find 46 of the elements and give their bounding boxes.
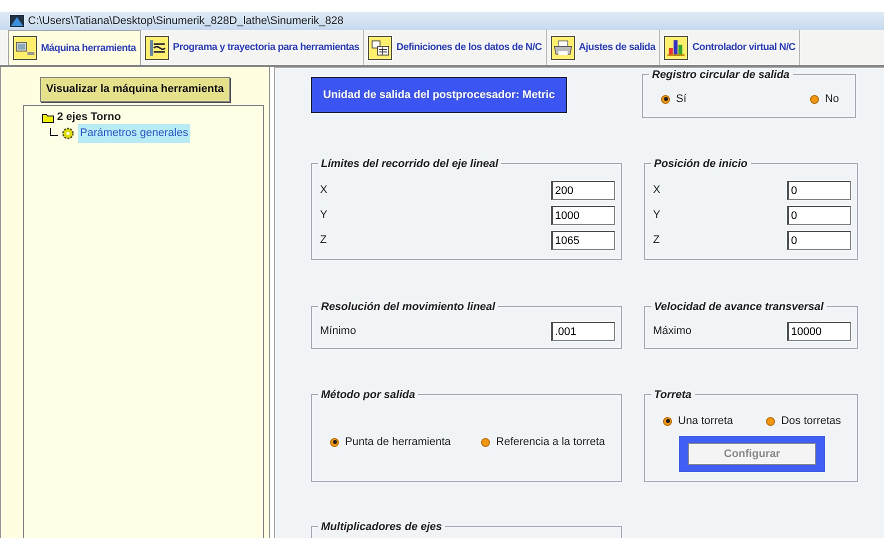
radio-button[interactable] [810,94,819,104]
radio-label: Sí [676,92,686,107]
gear-icon [61,127,75,140]
input-field[interactable]: 10000 [787,322,851,341]
radio-button[interactable] [663,416,672,426]
radio-label: Referencia a la torreta [496,434,605,450]
wave-icon [144,36,169,60]
input-field[interactable]: 1065 [551,231,615,250]
app-icon [10,15,24,27]
table-icon [368,36,392,60]
field-label: X [653,183,660,198]
radio-label: Una torreta [678,414,734,429]
field-label: Z [320,233,327,248]
input-field[interactable]: 0 [787,181,851,200]
input-field[interactable]: 200 [551,181,615,200]
field-label: Y [653,208,660,224]
field-label: Y [320,208,328,224]
visualize-button[interactable]: Visualizar la máquina herramienta [40,77,230,102]
tab[interactable]: Máquina herramienta [8,30,141,65]
input-field[interactable]: .001 [551,322,615,341]
field-label: X [320,183,328,198]
output-unit-banner: Unidad de salida del postprocesador: Metric [311,77,567,113]
radio-label: Dos torretas [781,414,841,429]
input-field[interactable]: 1000 [551,206,615,225]
computer-icon [13,36,37,60]
group-title: Registro circular de salida [649,68,793,84]
input-field[interactable]: 0 [787,206,851,225]
field-label: Máximo [653,324,692,340]
folder-icon [42,112,54,122]
radio-button[interactable] [661,94,670,104]
radio-button[interactable] [481,438,490,446]
input-field[interactable]: 0 [787,231,851,250]
group-title: Multiplicadores de ejes [318,519,446,536]
radio-button[interactable] [330,438,339,446]
field-label: Mínimo [320,324,356,340]
radio-label: Punta de herramienta [345,434,451,450]
group-title: Límites del recorrido del eje lineal [318,156,502,172]
window-title: C:\Users\Tatiana\Desktop\Sinumerik_828D_lathe\Sinumerik_828 [28,14,344,29]
radio-label: No [824,92,839,107]
tree-item[interactable]: Parámetros generales [78,124,190,143]
tree-item[interactable]: 2 ejes Torno [57,109,121,126]
bar-chart-icon [664,36,688,60]
field-label: Z [653,233,660,248]
radio-button[interactable] [766,416,776,426]
group-title: Método por salida [318,387,418,404]
printer-icon [550,36,575,60]
